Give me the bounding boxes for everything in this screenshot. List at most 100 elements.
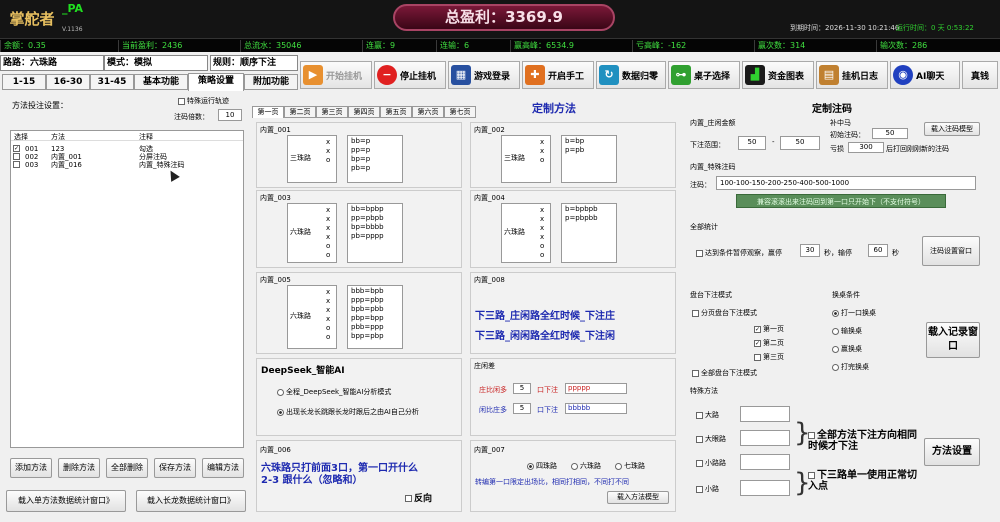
stop-auto-button[interactable]: − 停止挂机 <box>374 61 446 89</box>
method-row[interactable]: 002 内置_001 分屏注码 <box>11 153 243 161</box>
auto-log-button[interactable]: ▤ 挂机日志 <box>816 61 888 89</box>
banker-bet-seq-input[interactable]: ppppp <box>565 383 627 394</box>
real-money-button[interactable]: 真钱 <box>962 61 998 89</box>
add-method-button[interactable]: 添加方法 <box>10 458 52 478</box>
load-long-stats-button[interactable]: 载入长龙数据统计窗口》 <box>136 490 246 512</box>
mid-horse-label: 补中马 <box>830 119 851 127</box>
big-road-input[interactable] <box>740 406 790 422</box>
tab-basic-functions[interactable]: 基本功能 <box>134 74 188 90</box>
start-auto-button[interactable]: ▶ 开始挂机 <box>300 61 372 89</box>
builtin-002-pattern[interactable]: 三珠路 x x o <box>501 135 551 183</box>
page-tab-6[interactable]: 第六页 <box>412 106 444 118</box>
ai-full-mode-radio[interactable]: 全程_DeepSeek_智能AI分析模式 <box>277 387 391 397</box>
builtin-001-list[interactable]: bb=p pp=p bp=p pb=p <box>347 135 403 183</box>
builtin-004-pattern[interactable]: 六珠路 x x x x o o <box>501 203 551 263</box>
load-bet-model-button[interactable]: 载入注码模型 <box>924 122 980 136</box>
method-row[interactable]: 003 内置_016 内置_特殊注码 <box>11 161 243 169</box>
switch-on-win-radio[interactable]: 赢换桌 <box>832 344 862 354</box>
bet-settings-window-button[interactable]: 注码设置窗口 <box>922 236 980 266</box>
builtin-003-list[interactable]: bb=bpbp pp=pbpb bp=bbbb pb=pppp <box>347 203 403 263</box>
builtin-005-title: 内置_005 <box>260 276 291 284</box>
builtin-005-pattern[interactable]: 六珠路 x x x x o o <box>287 285 337 349</box>
four-bead-radio[interactable]: 四珠路 <box>527 461 557 471</box>
switch-on-lose-radio[interactable]: 输换桌 <box>832 326 862 336</box>
builtin-005-list[interactable]: bbb=bpb ppp=pbp bpb=pbb pbp=bpp pbb=ppp … <box>347 285 403 349</box>
lose-stop-input[interactable]: 60 <box>868 244 888 257</box>
tab-31-45[interactable]: 31-45 <box>90 74 134 90</box>
switch-after-done-radio[interactable]: 打完换桌 <box>832 362 869 372</box>
method-checkbox[interactable] <box>13 153 20 160</box>
initial-bet-input[interactable]: 50 <box>872 128 908 139</box>
load-single-stats-button[interactable]: 载入单方法数据统计窗口》 <box>6 490 126 512</box>
tab-16-30[interactable]: 16-30 <box>46 74 90 90</box>
builtin-001-pattern[interactable]: 三珠路 x x o <box>287 135 337 183</box>
bet-sequence-input[interactable]: 100-100-150-200-250-400-500-1000 <box>716 176 976 190</box>
stop-icon: − <box>377 65 397 85</box>
split-table-checkbox[interactable]: 分页盘台下注模式 <box>692 308 757 318</box>
page-tab-3[interactable]: 第三页 <box>316 106 348 118</box>
builtin-004-list[interactable]: b=bpbpb p=pbpbb <box>561 203 617 263</box>
delete-all-button[interactable]: 全部删除 <box>106 458 148 478</box>
page-tab-5[interactable]: 第五页 <box>380 106 412 118</box>
page-tab-1[interactable]: 第一页 <box>252 106 284 118</box>
builtin-002-list[interactable]: b=bp p=pb <box>561 135 617 183</box>
cockroach-road-input[interactable] <box>740 480 790 496</box>
stat-current-profit: 当前盈利：2436 <box>118 40 240 52</box>
big-road-checkbox[interactable]: 大路 <box>696 410 719 420</box>
ai-chat-button[interactable]: ◉ AI聊天 <box>890 61 960 89</box>
banker-player-diff-panel: 庄闲差 庄比闲多 5 口下注 ppppp 闲比庄多 5 口下注 bbbbb <box>470 358 676 436</box>
method-checkbox[interactable] <box>13 161 20 168</box>
small-road-checkbox[interactable]: 小路路 <box>696 458 726 468</box>
save-method-button[interactable]: 保存方法 <box>154 458 196 478</box>
table-select-button[interactable]: ⊶ 桌子选择 <box>668 61 740 89</box>
pause-condition-checkbox[interactable]: 达到条件暂停观察，赢停 <box>696 248 782 258</box>
reset-data-button[interactable]: ↻ 数据归零 <box>596 61 666 89</box>
ai-dragon-mode-radio[interactable]: 出现长龙长跳跟长龙时跟后之由AI自己分析 <box>277 407 419 417</box>
game-login-button[interactable]: ▦ 游戏登录 <box>448 61 520 89</box>
reverse-checkbox[interactable]: 反向 <box>405 491 432 504</box>
method-checkbox[interactable]: ✓ <box>13 145 20 152</box>
loss-input[interactable]: 300 <box>848 142 884 153</box>
page-tab-7[interactable]: 第七页 <box>444 106 476 118</box>
load-method-model-button[interactable]: 载入方法模型 <box>607 491 669 504</box>
page3-checkbox[interactable]: 第三页 <box>754 352 784 362</box>
all-methods-same-checkbox[interactable]: 全部方法下注方向相同时候才下注 <box>808 430 918 452</box>
method-settings-button[interactable]: 方法设置 <box>924 438 980 466</box>
win-stop-input[interactable]: 30 <box>800 244 820 257</box>
multiplier-input[interactable]: 10 <box>218 109 242 121</box>
tab-1-15[interactable]: 1-15 <box>2 74 46 90</box>
special-run-checkbox[interactable]: 特殊运行轨迹 <box>178 96 229 106</box>
tab-strategy-settings[interactable]: 策略设置 <box>188 73 244 91</box>
switch-after-one-radio[interactable]: 打一口换桌 <box>832 308 876 318</box>
seven-bead-radio[interactable]: 七珠路 <box>615 461 645 471</box>
fund-chart-button[interactable]: ▟ 资金图表 <box>742 61 814 89</box>
player-more-label: 闲比庄多 <box>479 406 507 414</box>
small-road-input[interactable] <box>740 454 790 470</box>
delete-method-button[interactable]: 删除方法 <box>58 458 100 478</box>
big-eye-road-input[interactable] <box>740 430 790 446</box>
method-row[interactable]: ✓ 001 123 勾选 <box>11 145 243 153</box>
stat-win-count: 赢次数：314 <box>754 40 876 52</box>
custom-bet-title: 定制注码 <box>812 104 852 115</box>
page2-checkbox[interactable]: ✓ 第二页 <box>754 338 784 348</box>
three-roads-checkbox[interactable]: 下三路单一使用正常切入点 <box>808 470 918 492</box>
big-eye-road-checkbox[interactable]: 大眼路 <box>696 434 726 444</box>
bet-min-input[interactable]: 50 <box>738 136 766 150</box>
edit-method-button[interactable]: 编辑方法 <box>202 458 244 478</box>
manual-mode-button[interactable]: ✚ 开启手工 <box>522 61 594 89</box>
builtin-003-pattern[interactable]: 六珠路 x x x x o o <box>287 203 337 263</box>
page-tab-4[interactable]: 第四页 <box>348 106 380 118</box>
chart-icon: ▟ <box>745 65 765 85</box>
bet-max-input[interactable]: 50 <box>780 136 820 150</box>
player-bet-seq-input[interactable]: bbbbb <box>565 403 627 414</box>
player-diff-input[interactable]: 5 <box>513 403 531 414</box>
tab-extra-functions[interactable]: 附加功能 <box>244 74 298 90</box>
all-tables-checkbox[interactable]: 全部盘台下注模式 <box>692 368 757 378</box>
load-record-window-button[interactable]: 载入记录窗口 <box>926 322 980 358</box>
page-tab-2[interactable]: 第二页 <box>284 106 316 118</box>
expiry-datetime: 到期时间：2026-11-30 10:21:46 <box>790 24 900 32</box>
banker-diff-input[interactable]: 5 <box>513 383 531 394</box>
cockroach-road-checkbox[interactable]: 小路 <box>696 484 719 494</box>
six-bead-radio[interactable]: 六珠路 <box>571 461 601 471</box>
page1-checkbox[interactable]: ✓ 第一页 <box>754 324 784 334</box>
